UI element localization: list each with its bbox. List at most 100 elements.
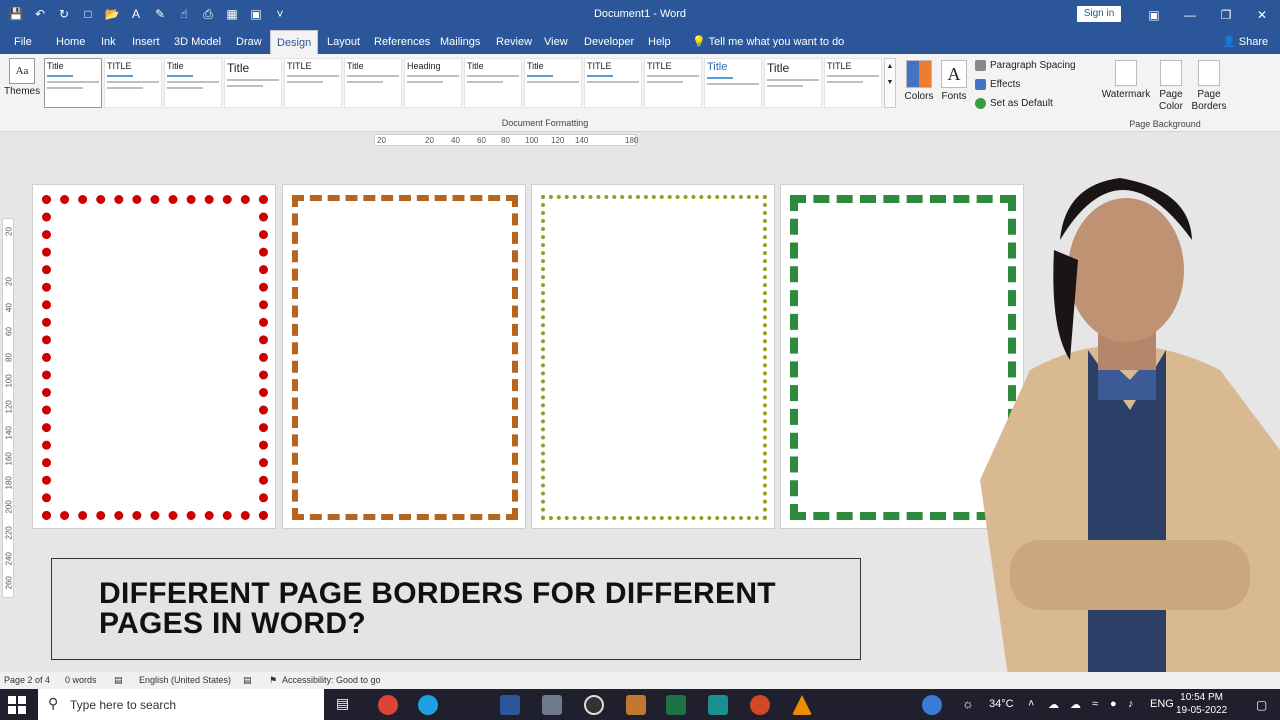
style-set-item[interactable]: TITLE <box>824 58 882 108</box>
cloud-icon[interactable]: ☁ <box>1070 698 1081 711</box>
accessibility-status[interactable]: Accessibility: Good to go <box>282 675 381 685</box>
sign-in-button[interactable]: Sign in <box>1077 6 1121 22</box>
wifi-icon[interactable]: ≈ <box>1092 698 1098 710</box>
style-set-title: TITLE <box>107 61 132 71</box>
page-borders-button[interactable]: Page Borders <box>1190 60 1228 113</box>
obs-icon[interactable] <box>584 695 604 715</box>
tab-layout[interactable]: Layout <box>321 30 366 54</box>
document-page[interactable] <box>531 184 775 529</box>
tab-design[interactable]: Design <box>270 30 319 54</box>
style-set-item[interactable]: Title <box>164 58 222 108</box>
style-set-item[interactable]: TITLE <box>284 58 342 108</box>
tab-insert[interactable]: Insert <box>126 30 166 54</box>
horizontal-ruler[interactable]: 20 20 40 60 80 100 120 140 180 <box>374 134 638 146</box>
onedrive-icon[interactable]: ☁ <box>1048 698 1059 711</box>
ruler-tick: 80 <box>4 353 14 362</box>
presenter-image <box>980 178 1280 690</box>
minimize-icon[interactable]: — <box>1172 0 1208 30</box>
clock-time: 10:54 PM <box>1180 692 1223 703</box>
tab-mailings[interactable]: Mailings <box>434 30 486 54</box>
camera-icon[interactable] <box>542 695 562 715</box>
ruler-tick: 140 <box>4 426 14 440</box>
language-status[interactable]: English (United States) <box>139 675 231 685</box>
ribbon-display-icon[interactable]: ▣ <box>1136 0 1172 30</box>
chevron-up-icon[interactable]: ˄ <box>1028 698 1034 710</box>
tab-ink[interactable]: Ink <box>95 30 122 54</box>
taskbar-search[interactable]: ⚲ Type here to search <box>38 689 324 720</box>
ruler-tick: 60 <box>477 136 486 145</box>
edge-icon[interactable] <box>418 695 438 715</box>
vlc-icon[interactable] <box>792 695 812 715</box>
temperature[interactable]: 34°C <box>989 698 1014 710</box>
fonts-button[interactable]: A Fonts <box>937 60 971 102</box>
tab-review[interactable]: Review <box>490 30 538 54</box>
restore-icon[interactable]: ❐ <box>1208 0 1244 30</box>
page-color-icon <box>1160 60 1182 86</box>
word-icon[interactable] <box>500 695 520 715</box>
ruler-tick: 260 <box>4 576 14 590</box>
ruler-tick: 220 <box>4 526 14 540</box>
share-button[interactable]: 👤 Share <box>1222 30 1268 54</box>
tab-references[interactable]: References <box>368 30 436 54</box>
person-icon: 👤 <box>1222 36 1239 48</box>
document-page[interactable] <box>32 184 276 529</box>
style-set-title: Title <box>467 61 484 71</box>
document-formatting-group-label: Document Formatting <box>501 118 589 128</box>
volume-icon[interactable]: ♪ <box>1128 698 1134 710</box>
windows-start-icon[interactable] <box>8 696 26 714</box>
help-icon[interactable] <box>922 695 942 715</box>
task-view-icon[interactable]: ▤ <box>336 695 349 712</box>
watermark-button[interactable]: Watermark <box>1100 60 1152 101</box>
notification-icon[interactable]: ▢ <box>1256 698 1267 712</box>
effects-icon <box>975 79 986 90</box>
effects-button[interactable]: Effects <box>975 79 1020 90</box>
powerpoint-icon[interactable] <box>750 695 770 715</box>
style-set-item[interactable]: Title <box>344 58 402 108</box>
close-icon[interactable]: ✕ <box>1244 0 1280 30</box>
tab-view[interactable]: View <box>538 30 574 54</box>
style-set-item[interactable]: Title <box>464 58 522 108</box>
style-set-item[interactable]: Title <box>704 58 762 108</box>
paragraph-spacing-button[interactable]: Paragraph Spacing <box>975 60 1076 71</box>
tab-home[interactable]: Home <box>50 30 91 54</box>
document-page[interactable] <box>282 184 526 529</box>
style-set-item[interactable]: Heading <box>404 58 462 108</box>
leaf-art-border <box>292 195 518 520</box>
style-set-item[interactable]: TITLE <box>104 58 162 108</box>
tab-developer[interactable]: Developer <box>578 30 640 54</box>
style-set-item[interactable]: TITLE <box>644 58 702 108</box>
themes-button[interactable]: Aa Themes <box>4 58 40 97</box>
style-set-item[interactable]: Title <box>224 58 282 108</box>
window-controls: ▣ — ❐ ✕ <box>1136 0 1280 30</box>
tab-draw[interactable]: Draw <box>230 30 268 54</box>
microphone-icon[interactable]: ● <box>1110 698 1117 710</box>
themes-label: Themes <box>4 86 41 97</box>
effects-label: Effects <box>990 79 1021 90</box>
word-count[interactable]: 0 words <box>65 675 97 685</box>
style-set-item[interactable]: Title <box>44 58 102 108</box>
share-label: Share <box>1238 36 1269 48</box>
chrome-icon[interactable] <box>378 695 398 715</box>
proofing-icon[interactable]: ▤ <box>114 675 123 686</box>
style-set-item[interactable]: TITLE <box>584 58 642 108</box>
style-set-item[interactable]: Title <box>764 58 822 108</box>
style-set-item[interactable]: Title <box>524 58 582 108</box>
gallery-scroll[interactable]: ▲ ▼ <box>884 58 896 108</box>
tab-3d-model[interactable]: 3D Model <box>168 30 227 54</box>
macro-icon[interactable]: ▤ <box>243 675 252 686</box>
ruler-tick: 200 <box>4 500 14 514</box>
page-color-button[interactable]: Page Color <box>1152 60 1190 113</box>
tell-me-search[interactable]: 💡 Tell me what you want to do <box>692 30 844 54</box>
tab-help[interactable]: Help <box>642 30 677 54</box>
vertical-ruler[interactable]: 20 20 40 60 80 100 120 140 160 180 200 2… <box>2 218 14 598</box>
excel-icon[interactable] <box>666 695 686 715</box>
page-count[interactable]: Page 2 of 4 <box>4 675 50 685</box>
paint-icon[interactable] <box>626 695 646 715</box>
colors-button[interactable]: Colors <box>902 60 936 102</box>
language-indicator[interactable]: ENG <box>1150 698 1174 710</box>
tab-file[interactable]: File <box>8 30 38 54</box>
title-bar: 💾 ↶ ↻ □ 📂 A ✎ ☝ ⎙ ▦ ▣ ˅ Document1 - Word… <box>0 0 1280 30</box>
set-as-default-button[interactable]: Set as Default <box>975 98 1053 109</box>
clock[interactable]: 10:54 PM 19-05-2022 <box>1176 691 1227 717</box>
camtasia-icon[interactable] <box>708 695 728 715</box>
